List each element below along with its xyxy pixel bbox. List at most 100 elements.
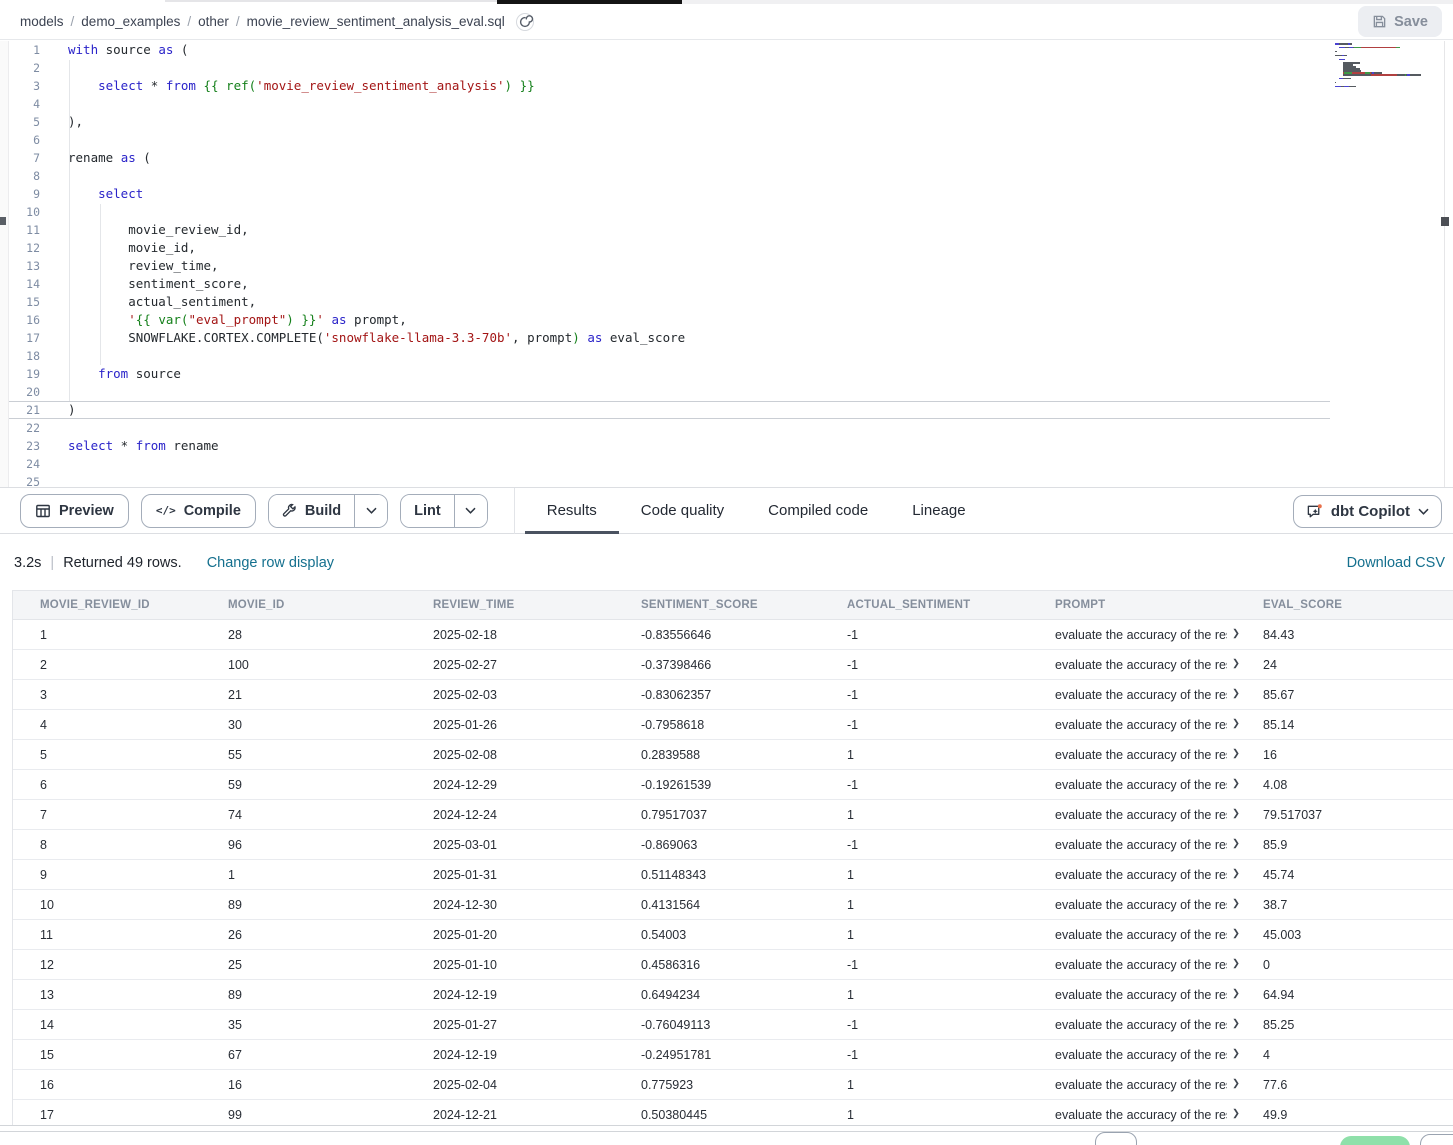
code-line[interactable]: 17 SNOWFLAKE.CORTEX.COMPLETE('snowflake-… (0, 329, 1330, 347)
code-line[interactable]: 16 '{{ var("eval_prompt") }}' as prompt, (0, 311, 1330, 329)
download-csv-link[interactable]: Download CSV (1347, 555, 1445, 571)
editor-minimap[interactable] (1335, 43, 1431, 91)
table-row: 6592024-12-29-0.19261539-1evaluate the a… (13, 770, 1453, 800)
cell-eval-score: 0 (1263, 950, 1453, 979)
code-text: movie_id, (68, 239, 196, 257)
cell-actual-sentiment: -1 (847, 1040, 1055, 1069)
code-line[interactable]: 9 select (0, 185, 1330, 203)
expand-prompt-icon[interactable]: ❯ (1232, 1070, 1240, 1099)
cell-eval-score: 79.517037 (1263, 800, 1453, 829)
editor-scrollbar-thumb[interactable] (1441, 217, 1449, 226)
results-toolbar: Preview </> Compile Build Lint Results C… (0, 487, 1453, 534)
build-button[interactable]: Build (269, 495, 354, 527)
code-line[interactable]: 4 (0, 95, 1330, 113)
table-row: 21002025-02-27-0.37398466-1evaluate the … (13, 650, 1453, 680)
cell-actual-sentiment: -1 (847, 620, 1055, 649)
breadcrumb-segment[interactable]: models (20, 14, 64, 29)
expand-prompt-icon[interactable]: ❯ (1232, 800, 1240, 829)
code-line[interactable]: 6 (0, 131, 1330, 149)
copilot-swirl-icon[interactable] (515, 12, 535, 32)
returned-rows-text: Returned 49 rows. (63, 555, 181, 571)
cell-movie-review-id: 4 (13, 710, 228, 739)
expand-prompt-icon[interactable]: ❯ (1232, 1010, 1240, 1039)
code-line[interactable]: 21) (0, 401, 1330, 419)
code-line[interactable]: 24 (0, 455, 1330, 473)
build-dropdown-chevron[interactable] (354, 495, 387, 527)
expand-prompt-icon[interactable]: ❯ (1232, 740, 1240, 769)
code-line[interactable]: 22 (0, 419, 1330, 437)
change-row-display-link[interactable]: Change row display (207, 555, 334, 571)
save-button[interactable]: Save (1358, 6, 1442, 37)
code-line[interactable]: 15 actual_sentiment, (0, 293, 1330, 311)
expand-prompt-icon[interactable]: ❯ (1232, 950, 1240, 979)
expand-prompt-icon[interactable]: ❯ (1232, 620, 1240, 649)
editor-scrollbar-track[interactable] (1444, 41, 1445, 487)
bottom-partial-button[interactable] (1095, 1132, 1137, 1145)
expand-prompt-icon[interactable]: ❯ (1232, 770, 1240, 799)
expand-prompt-icon[interactable]: ❯ (1232, 1100, 1240, 1125)
expand-prompt-icon[interactable]: ❯ (1232, 1040, 1240, 1069)
cell-prompt: evaluate the accuracy of the res…❯ (1055, 800, 1263, 829)
code-line[interactable]: 11 movie_review_id, (0, 221, 1330, 239)
lint-dropdown-chevron[interactable] (454, 495, 487, 527)
code-line[interactable]: 3 select * from {{ ref('movie_review_sen… (0, 77, 1330, 95)
cell-movie-review-id: 7 (13, 800, 228, 829)
expand-prompt-icon[interactable]: ❯ (1232, 830, 1240, 859)
cell-eval-score: 49.9 (1263, 1100, 1453, 1125)
cell-prompt: evaluate the accuracy of the res…❯ (1055, 740, 1263, 769)
column-header-prompt: PROMPT (1055, 591, 1263, 619)
code-line[interactable]: 13 review_time, (0, 257, 1330, 275)
code-line[interactable]: 8 (0, 167, 1330, 185)
sql-code-editor[interactable]: 1with source as (23 select * from {{ ref… (0, 41, 1453, 487)
results-tabs: Results Code quality Compiled code Linea… (514, 488, 988, 534)
dbt-copilot-button[interactable]: dbt Copilot (1293, 495, 1442, 528)
bottom-partial-button-right[interactable] (1420, 1134, 1453, 1145)
code-line[interactable]: 25 (0, 473, 1330, 487)
column-header-eval_score: EVAL_SCORE (1263, 591, 1453, 619)
expand-prompt-icon[interactable]: ❯ (1232, 860, 1240, 889)
lint-split-button: Lint (400, 494, 488, 528)
bottom-green-button[interactable] (1340, 1136, 1410, 1145)
code-line[interactable]: 1with source as ( (0, 41, 1330, 59)
code-line[interactable]: 20 (0, 383, 1330, 401)
code-line[interactable]: 23select * from rename (0, 437, 1330, 455)
cell-prompt: evaluate the accuracy of the res…❯ (1055, 620, 1263, 649)
cell-actual-sentiment: -1 (847, 650, 1055, 679)
breadcrumb-segment[interactable]: other (198, 14, 229, 29)
breadcrumb-segment[interactable]: movie_review_sentiment_analysis_eval.sql (247, 14, 505, 29)
code-line[interactable]: 2 (0, 59, 1330, 77)
prompt-preview-text: evaluate the accuracy of the res… (1055, 920, 1227, 949)
expand-prompt-icon[interactable]: ❯ (1232, 680, 1240, 709)
cell-sentiment-score: 0.6494234 (641, 980, 847, 1009)
prompt-preview-text: evaluate the accuracy of the res… (1055, 710, 1227, 739)
cell-review-time: 2024-12-19 (433, 1040, 641, 1069)
expand-prompt-icon[interactable]: ❯ (1232, 650, 1240, 679)
wrench-icon (282, 503, 297, 518)
code-line[interactable]: 14 sentiment_score, (0, 275, 1330, 293)
lint-button[interactable]: Lint (401, 495, 454, 527)
tab-results[interactable]: Results (525, 488, 619, 534)
tab-code-quality[interactable]: Code quality (619, 488, 746, 534)
code-line[interactable]: 19 from source (0, 365, 1330, 383)
preview-button[interactable]: Preview (20, 494, 129, 528)
compile-button[interactable]: </> Compile (141, 494, 256, 528)
expand-prompt-icon[interactable]: ❯ (1232, 920, 1240, 949)
code-line[interactable]: 5), (0, 113, 1330, 131)
tab-compiled-code[interactable]: Compiled code (746, 488, 890, 534)
cell-prompt: evaluate the accuracy of the res…❯ (1055, 1070, 1263, 1099)
code-line[interactable]: 18 (0, 347, 1330, 365)
expand-prompt-icon[interactable]: ❯ (1232, 980, 1240, 1009)
cell-review-time: 2024-12-29 (433, 770, 641, 799)
code-line[interactable]: 12 movie_id, (0, 239, 1330, 257)
breadcrumb-segment[interactable]: demo_examples (81, 14, 180, 29)
expand-prompt-icon[interactable]: ❯ (1232, 890, 1240, 919)
cell-review-time: 2025-02-08 (433, 740, 641, 769)
code-line[interactable]: 7rename as ( (0, 149, 1330, 167)
expand-prompt-icon[interactable]: ❯ (1232, 710, 1240, 739)
code-line[interactable]: 10 (0, 203, 1330, 221)
horizontal-scrollbar-track[interactable] (0, 1125, 1453, 1132)
cell-actual-sentiment: 1 (847, 860, 1055, 889)
prompt-preview-text: evaluate the accuracy of the res… (1055, 950, 1227, 979)
tab-lineage[interactable]: Lineage (890, 488, 987, 534)
cell-review-time: 2024-12-21 (433, 1100, 641, 1125)
